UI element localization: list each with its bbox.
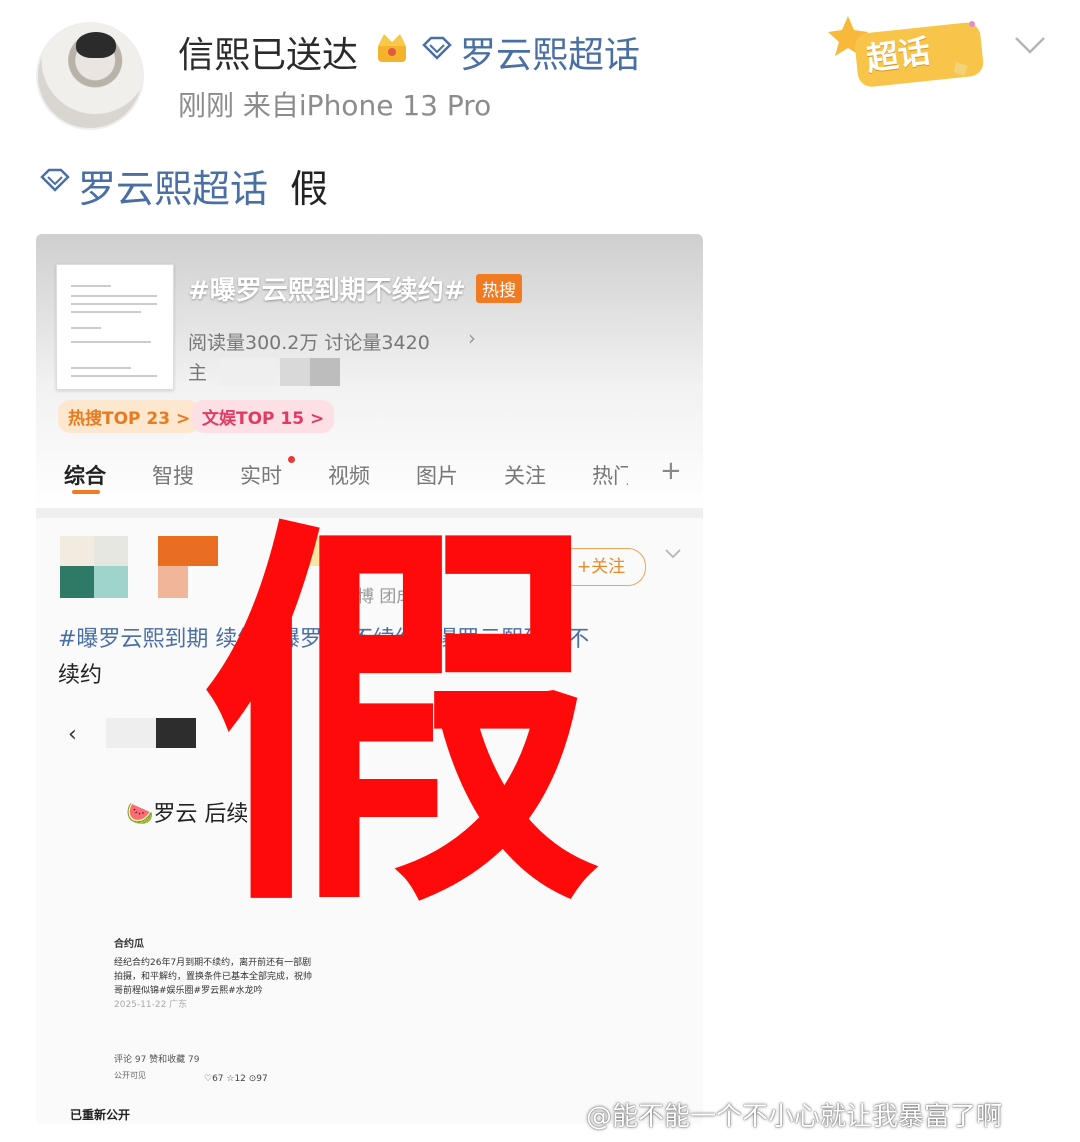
mosaic [94,536,128,566]
republished-label: 已重新公开 [70,1108,131,1122]
username[interactable]: 信熙已送达 [178,26,358,78]
blurred-host [310,358,340,386]
supertopic-diamond-icon [40,168,70,192]
inner-note-date: 2025-11-22 广东 [114,1000,188,1010]
post-text: 假 [290,167,329,211]
mosaic [158,566,188,598]
chevron-down-icon[interactable] [1010,34,1050,58]
inner-note-body: 经纪合约26年7月到期不续约，离开前还有一部剧拍摄，和平解约，置换条件已基本全部… [114,958,313,996]
weibo-watermark: @能不能一个不小心就让我暴富了啊 [586,1102,1003,1132]
post-meta: 刚刚 来自iPhone 13 Pro [178,89,492,122]
topic-thumbnail [56,264,174,390]
mosaic [106,718,156,748]
crown-icon [378,34,406,62]
inner-note-stats: 评论 97 赞和收藏 79 [114,1055,200,1065]
mosaic [60,536,94,566]
topic-header: #曝罗云熙到期不续约# 热搜 阅读量300.2万 讨论量3420 › 主 热搜T… [36,234,703,514]
topic-hashtag: #曝罗云熙到期不续约# [188,276,466,306]
blurred-host [280,358,310,386]
chevron-right-icon: › [468,326,476,350]
tab-comprehensive: 综合 [64,464,106,488]
hashtag-tail: 续约 [58,663,103,688]
tab-underline [72,490,100,494]
plus-icon: + [660,456,682,486]
rank-hot-tag: 热搜TOP 23 > [58,400,201,433]
rank-ent-tag: 文娱TOP 15 > [192,400,335,433]
mosaic [60,566,94,598]
topic-host: 主 [188,362,208,384]
blurred-host [220,358,276,386]
avatar[interactable] [36,22,144,130]
post-topic-link[interactable]: 罗云熙超话 [78,158,268,213]
badge-label: 超话 [863,31,933,79]
supertopic-diamond-icon [422,36,452,60]
supertopic-link[interactable]: 罗云熙超话 [460,26,640,78]
hot-badge: 热搜 [476,274,522,303]
fake-stamp-text: 假 [200,485,600,955]
mosaic [94,566,128,598]
supertopic-badge[interactable]: 超话 [826,14,988,88]
back-arrow-icon: ‹ [68,722,77,747]
inner-note-actions: ♡67 ☆12 ⊙97 [204,1074,268,1084]
chevron-down-icon [665,549,681,559]
notification-dot [288,456,295,463]
inner-note-visibility: 公开可见 [114,1071,146,1080]
topic-stats: 阅读量300.2万 讨论量3420 [188,332,430,354]
tab-smart-search: 智搜 [152,464,194,488]
